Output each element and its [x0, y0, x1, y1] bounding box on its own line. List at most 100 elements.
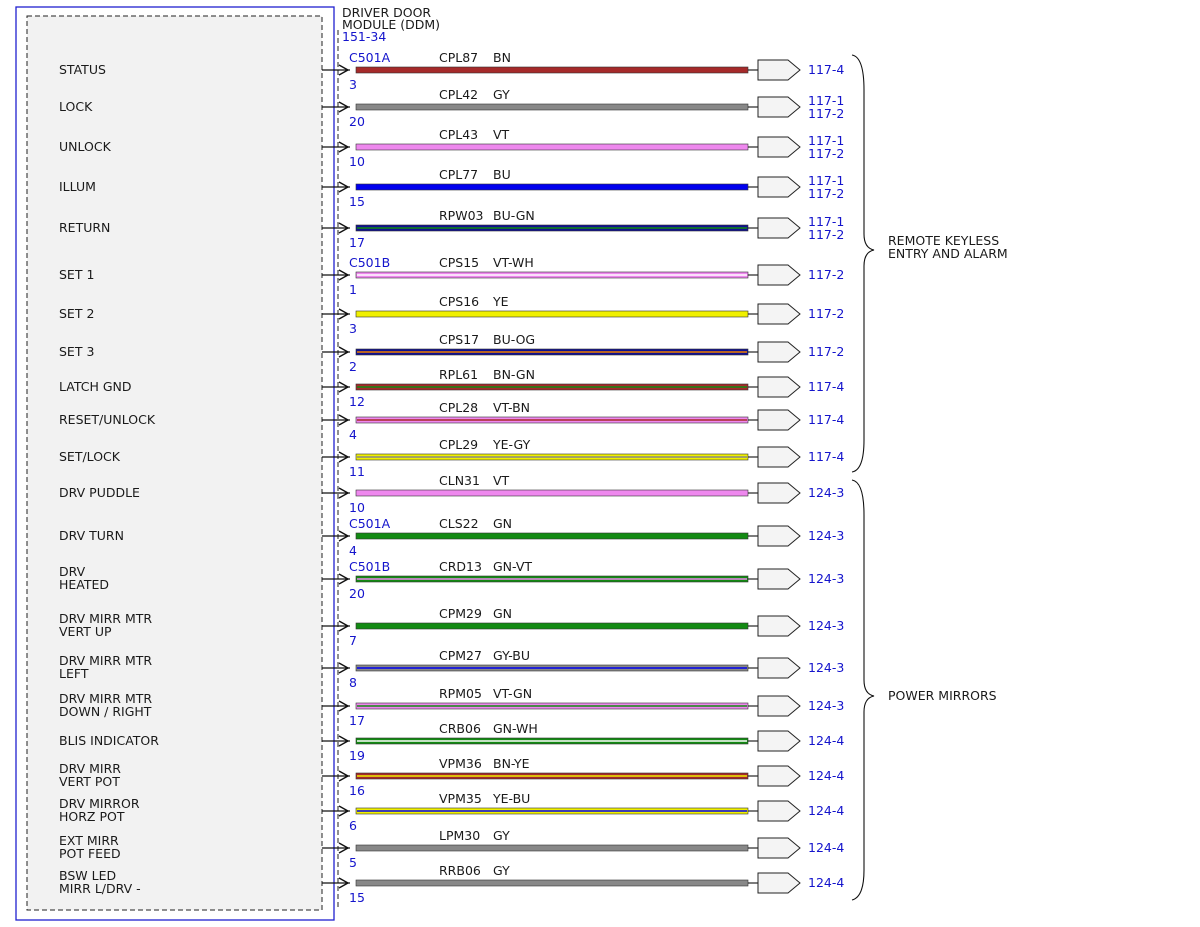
destination-flag-icon[interactable]	[757, 446, 801, 468]
page-ref-link[interactable]: 117-2	[808, 267, 844, 282]
circuit-id: CPM27	[439, 648, 482, 663]
destination-flag-icon[interactable]	[757, 136, 801, 158]
pin-label: HORZ POT	[59, 809, 125, 824]
circuit-id: CPS16	[439, 294, 479, 309]
page-ref-link[interactable]: 124-4	[808, 803, 844, 818]
page-ref-link[interactable]: 117-4	[808, 379, 844, 394]
page-ref-link[interactable]: 124-3	[808, 698, 844, 713]
pin-label: SET/LOCK	[59, 449, 121, 464]
pin-number: 20	[349, 586, 365, 601]
page-ref-link[interactable]: 124-4	[808, 840, 844, 855]
destination-flag-icon[interactable]	[757, 96, 801, 118]
destination-flag-icon[interactable]	[757, 303, 801, 325]
pin-number: 4	[349, 543, 357, 558]
wire-color-code: VT-BN	[493, 400, 530, 415]
wire-color-code: BN-GN	[493, 367, 535, 382]
destination-flag-icon[interactable]	[757, 657, 801, 679]
pin-label: DOWN / RIGHT	[59, 704, 152, 719]
circuit-id: CPL42	[439, 87, 478, 102]
destination-flag-icon[interactable]	[757, 615, 801, 637]
destination-flag-icon[interactable]	[757, 264, 801, 286]
destination-flag-icon[interactable]	[757, 568, 801, 590]
page-ref-link[interactable]: 117-2	[808, 186, 844, 201]
destination-flag-icon[interactable]	[757, 837, 801, 859]
destination-flag-icon[interactable]	[757, 376, 801, 398]
page-ref-link[interactable]: 124-4	[808, 875, 844, 890]
page-ref-link[interactable]: 124-3	[808, 571, 844, 586]
page-ref-link[interactable]: 117-4	[808, 449, 844, 464]
destination-flag-icon[interactable]	[757, 482, 801, 504]
pin-label: ILLUM	[59, 179, 96, 194]
page-ref-link[interactable]: 124-4	[808, 768, 844, 783]
wire	[355, 879, 749, 887]
page-ref-link[interactable]: 117-2	[808, 227, 844, 242]
wiring-diagram: DRIVER DOOR MODULE (DDM) 151-34 REMOTE K…	[15, 5, 1008, 921]
destination-flag-icon[interactable]	[757, 176, 801, 198]
pin-number: 10	[349, 500, 365, 515]
pin-label: RETURN	[59, 220, 110, 235]
destination-flag-icon[interactable]	[757, 800, 801, 822]
pin-label: STATUS	[59, 62, 106, 77]
pin-number: 1	[349, 282, 357, 297]
wire	[355, 622, 749, 630]
page-ref-link[interactable]: 117-2	[808, 146, 844, 161]
wire-color-code: BN-YE	[493, 756, 530, 771]
wire-color-code: GN	[493, 606, 512, 621]
wire	[355, 66, 749, 74]
pin-label: SET 1	[59, 267, 94, 282]
page-ref-link[interactable]: 117-2	[808, 344, 844, 359]
wire-color-code: YE-GY	[492, 437, 531, 452]
connector-id: C501A	[349, 50, 391, 65]
pin-number: 16	[349, 783, 365, 798]
page-ref-link[interactable]: 124-3	[808, 618, 844, 633]
circuit-id: VPM35	[439, 791, 482, 806]
destination-flag-icon[interactable]	[757, 525, 801, 547]
wire-color-code: VT	[493, 473, 510, 488]
pin-label: LATCH GND	[59, 379, 132, 394]
wire	[355, 844, 749, 852]
pin-label: POT FEED	[59, 846, 121, 861]
wire-color-code: BU	[493, 167, 511, 182]
pin-number: 17	[349, 235, 365, 250]
page-ref-link[interactable]: 117-4	[808, 62, 844, 77]
connector-id: C501B	[349, 255, 390, 270]
wire-color-code: VT-GN	[493, 686, 532, 701]
connector-id: C501B	[349, 559, 390, 574]
page-ref-link[interactable]: 124-3	[808, 485, 844, 500]
page-ref-link[interactable]: 117-2	[808, 106, 844, 121]
pin-number: 15	[349, 890, 365, 905]
page-ref-link[interactable]: 124-4	[808, 733, 844, 748]
pin-label: SET 3	[59, 344, 94, 359]
wire-color-code: GN	[493, 516, 512, 531]
destination-flag-icon[interactable]	[757, 217, 801, 239]
wire	[355, 103, 749, 111]
wire-color-code: GN-VT	[493, 559, 532, 574]
pin-number: 12	[349, 394, 365, 409]
pin-number: 15	[349, 194, 365, 209]
module-ref-link[interactable]: 151-34	[342, 29, 386, 44]
wire-color-code: GY	[493, 863, 510, 878]
pin-number: 2	[349, 359, 357, 374]
circuit-id: CPL29	[439, 437, 478, 452]
circuit-id: CPS15	[439, 255, 479, 270]
destination-flag-icon[interactable]	[757, 59, 801, 81]
circuit-id: VPM36	[439, 756, 482, 771]
destination-flag-icon[interactable]	[757, 409, 801, 431]
circuit-id: RPL61	[439, 367, 478, 382]
destination-flag-icon[interactable]	[757, 695, 801, 717]
circuit-id: CLS22	[439, 516, 479, 531]
wire	[355, 310, 749, 318]
wire-color-code: GN-WH	[493, 721, 538, 736]
pin-number: 5	[349, 855, 357, 870]
destination-flag-icon[interactable]	[757, 341, 801, 363]
page-ref-link[interactable]: 124-3	[808, 660, 844, 675]
destination-flag-icon[interactable]	[757, 872, 801, 894]
page-ref-link[interactable]: 117-4	[808, 412, 844, 427]
page-ref-link[interactable]: 117-2	[808, 306, 844, 321]
pin-label: HEATED	[59, 577, 109, 592]
circuit-id: CPL77	[439, 167, 478, 182]
destination-flag-icon[interactable]	[757, 730, 801, 752]
wire-color-code: BU-OG	[493, 332, 535, 347]
page-ref-link[interactable]: 124-3	[808, 528, 844, 543]
destination-flag-icon[interactable]	[757, 765, 801, 787]
